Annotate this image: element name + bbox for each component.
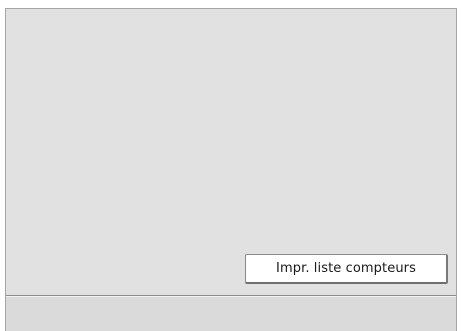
print-counter-list-button[interactable]: Impr. liste compteurs: [245, 254, 448, 284]
content-area: Impr. liste compteurs: [6, 9, 456, 295]
status-strip: [6, 296, 456, 331]
main-panel: Impr. liste compteurs: [5, 8, 457, 331]
